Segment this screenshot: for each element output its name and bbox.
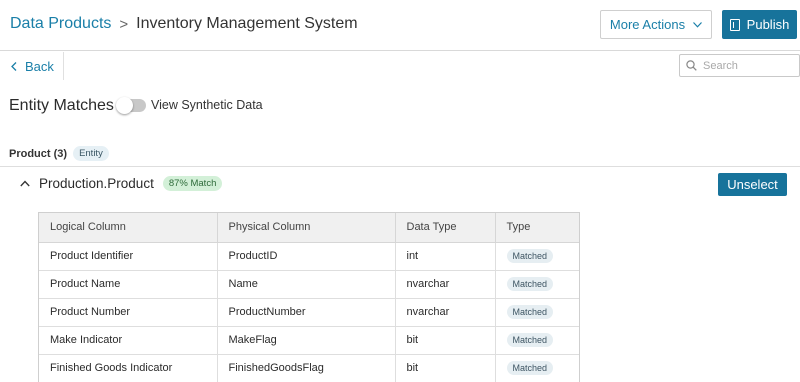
chevron-left-icon bbox=[11, 61, 17, 71]
column-header: Logical Column bbox=[39, 213, 218, 243]
toggle-label: View Synthetic Data bbox=[151, 98, 263, 112]
entity-badge: Entity bbox=[73, 146, 109, 161]
table-row: Make Indicator MakeFlag bit Matched bbox=[39, 326, 579, 355]
page-title: Entity Matches bbox=[9, 97, 114, 114]
search-input[interactable] bbox=[703, 59, 793, 72]
data-type-cell: bit bbox=[395, 354, 496, 382]
type-badge: Matched bbox=[506, 305, 554, 319]
breadcrumb-data-products-link[interactable]: Data Products bbox=[10, 15, 111, 33]
physical-column-cell: Name bbox=[217, 270, 396, 299]
physical-column-cell: FinishedGoodsFlag bbox=[217, 354, 396, 382]
more-actions-label: More Actions bbox=[609, 17, 686, 32]
table-row: Product Name Name nvarchar Matched bbox=[39, 270, 579, 299]
table-row: Product Identifier ProductID int Matched bbox=[39, 242, 579, 271]
back-label: Back bbox=[25, 58, 54, 74]
column-header: Data Type bbox=[395, 213, 496, 243]
type-cell: Matched bbox=[495, 270, 579, 299]
search-icon bbox=[686, 60, 697, 71]
breadcrumb: Data Products > Inventory Management Sys… bbox=[10, 15, 358, 33]
publish-label: Publish bbox=[746, 17, 790, 32]
type-badge: Matched bbox=[506, 277, 554, 291]
type-badge: Matched bbox=[506, 333, 554, 347]
table-row: Product Number ProductNumber nvarchar Ma… bbox=[39, 298, 579, 327]
data-type-cell: bit bbox=[395, 326, 496, 355]
more-actions-button[interactable]: More Actions bbox=[600, 10, 712, 39]
entity-row: Production.Product 87% Match bbox=[20, 176, 223, 191]
breadcrumb-separator: > bbox=[119, 15, 129, 33]
type-cell: Matched bbox=[495, 242, 579, 271]
physical-column-cell: ProductNumber bbox=[217, 298, 396, 327]
data-type-cell: nvarchar bbox=[395, 270, 496, 299]
logical-column-cell: Make Indicator bbox=[39, 326, 218, 355]
entity-group-header: Product (3) Entity bbox=[9, 146, 109, 161]
type-cell: Matched bbox=[495, 354, 579, 382]
entity-name: Production.Product bbox=[39, 176, 154, 191]
type-badge: Matched bbox=[506, 361, 554, 375]
toggle-knob bbox=[116, 97, 133, 114]
search-box[interactable] bbox=[679, 54, 800, 77]
group-title: Product (3) bbox=[9, 147, 68, 160]
type-cell: Matched bbox=[495, 298, 579, 327]
table-header-row: Logical Column Physical Column Data Type… bbox=[39, 213, 579, 243]
chevron-up-icon[interactable] bbox=[20, 180, 30, 187]
type-cell: Matched bbox=[495, 326, 579, 355]
logical-column-cell: Product Identifier bbox=[39, 242, 218, 271]
logical-column-cell: Product Number bbox=[39, 298, 218, 327]
type-badge: Matched bbox=[506, 249, 554, 263]
column-mapping-table: Logical Column Physical Column Data Type… bbox=[38, 212, 580, 382]
breadcrumb-current: Inventory Management System bbox=[136, 15, 358, 32]
physical-column-cell: MakeFlag bbox=[217, 326, 396, 355]
section-divider bbox=[0, 166, 800, 167]
chevron-down-icon bbox=[693, 21, 703, 28]
data-type-cell: nvarchar bbox=[395, 298, 496, 327]
column-header: Physical Column bbox=[217, 213, 396, 243]
unselect-button[interactable]: Unselect bbox=[718, 173, 787, 196]
table-row: Finished Goods Indicator FinishedGoodsFl… bbox=[39, 354, 579, 382]
logical-column-cell: Finished Goods Indicator bbox=[39, 354, 218, 382]
top-header: Data Products > Inventory Management Sys… bbox=[0, 0, 800, 51]
sub-toolbar: Back bbox=[0, 52, 800, 82]
logical-column-cell: Product Name bbox=[39, 270, 218, 299]
match-badge: 87% Match bbox=[162, 176, 223, 191]
publish-button[interactable]: Publish bbox=[722, 10, 797, 39]
back-button[interactable]: Back bbox=[0, 52, 64, 80]
column-header: Type bbox=[495, 213, 579, 243]
data-type-cell: int bbox=[395, 242, 496, 271]
book-icon bbox=[729, 18, 740, 31]
physical-column-cell: ProductID bbox=[217, 242, 396, 271]
synthetic-data-toggle[interactable] bbox=[116, 97, 146, 114]
